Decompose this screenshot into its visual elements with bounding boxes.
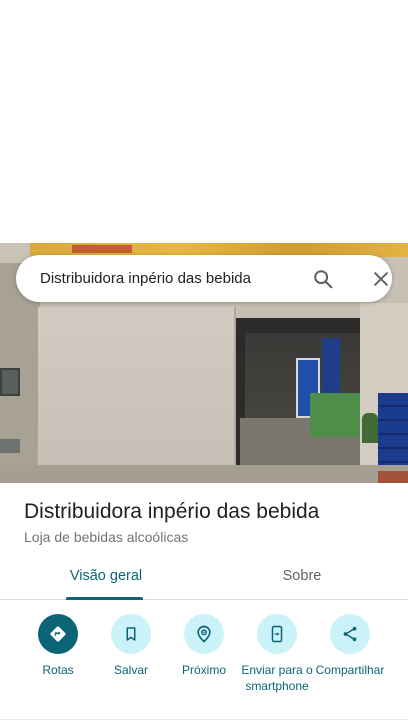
search-input[interactable]: Distribuidora inpério das bebida [40, 255, 290, 302]
save-label: Salvar [113, 663, 148, 677]
directions-button[interactable]: Rotas [20, 614, 96, 678]
sign-red-mark [72, 245, 132, 253]
share-label: Compartilhar [315, 663, 385, 677]
meter-box [0, 439, 20, 453]
active-tab-indicator [66, 597, 143, 600]
blue-crates [378, 393, 408, 473]
bottom-divider [0, 719, 408, 720]
bookmark-icon [111, 614, 151, 654]
directions-label: Rotas [42, 663, 74, 677]
share-button[interactable]: Compartilhar [312, 614, 388, 678]
nearby-icon [184, 614, 224, 654]
send-to-phone-label: Enviar para o smartphone [241, 663, 313, 693]
search-icon[interactable] [308, 264, 338, 294]
nearby-button[interactable]: Próximo [166, 614, 242, 678]
tab-about[interactable]: Sobre [262, 556, 342, 599]
search-bar[interactable]: Distribuidora inpério das bebida [16, 255, 392, 302]
tab-about-label: Sobre [282, 568, 322, 584]
wall-panel [38, 307, 236, 467]
action-buttons: Rotas Salvar Próximo Enviar para o smart… [0, 614, 408, 714]
send-to-phone-icon [257, 614, 297, 654]
share-icon [330, 614, 370, 654]
place-tabs: Visão geral Sobre [0, 556, 408, 600]
electric-meter [0, 368, 20, 396]
directions-icon [38, 614, 78, 654]
bricks [378, 471, 408, 483]
save-button[interactable]: Salvar [93, 614, 169, 678]
tab-overview[interactable]: Visão geral [66, 556, 146, 600]
place-title: Distribuidora inpério das bebida [24, 500, 320, 523]
map-area-blank [0, 0, 408, 243]
tab-overview-label: Visão geral [69, 568, 143, 584]
sidewalk [0, 465, 408, 483]
plant [362, 413, 378, 443]
send-to-phone-button[interactable]: Enviar para o smartphone [239, 614, 315, 694]
green-crates [310, 393, 360, 437]
close-icon[interactable] [366, 264, 396, 294]
nearby-label: Próximo [181, 663, 226, 677]
place-category: Loja de bebidas alcoólicas [24, 529, 189, 545]
